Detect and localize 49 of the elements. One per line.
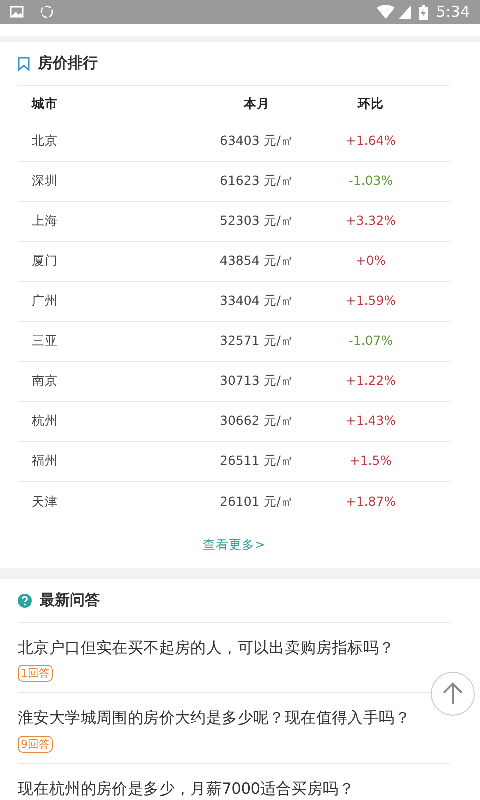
city-cell-text: 深圳 — [32, 172, 59, 190]
change-cell-text: +1.22% — [344, 372, 398, 390]
column-header: 环比 — [356, 94, 385, 113]
city-cell-text: 厦门 — [32, 252, 59, 270]
image-icon — [10, 6, 24, 18]
change-cell-text: +1.87% — [344, 492, 398, 511]
section-title: 最新问答 — [40, 590, 100, 612]
price-cell-text: 26511 元/㎡ — [219, 452, 295, 470]
city-cell-text: 南京 — [32, 372, 59, 390]
change-cell-text: +1.43% — [344, 412, 398, 430]
city-cell-text: 杭州 — [32, 412, 59, 430]
change-cell-text: -1.07% — [348, 332, 394, 350]
city-cell-text: 三亚 — [32, 332, 59, 350]
city-cell-text: 天津 — [32, 492, 59, 511]
price-cell-text: 33404 元/㎡ — [219, 292, 295, 310]
section-title: 房价排行 — [38, 53, 98, 74]
change-cell-text: +0% — [354, 252, 388, 270]
change-cell-text: -1.03% — [348, 172, 394, 190]
city-cell-text: 福州 — [32, 452, 59, 470]
price-cell-text: 30713 元/㎡ — [219, 372, 295, 390]
price-cell-text: 63403 元/㎡ — [219, 132, 295, 150]
price-cell-text: 26101 元/㎡ — [219, 492, 295, 511]
city-cell-text: 上海 — [32, 212, 59, 230]
answer-count: 1回答 — [18, 665, 53, 682]
city-cell-text: 广州 — [32, 292, 59, 310]
price-cell-text: 61623 元/㎡ — [219, 172, 295, 190]
column-header: 本月 — [242, 94, 271, 113]
question-link[interactable]: 北京户口但实在买不起房的人，可以出卖购房指标吗？ — [18, 637, 450, 660]
battery-icon — [419, 4, 428, 20]
up-arrow-icon — [442, 682, 464, 706]
question-link[interactable]: 现在杭州的房价是多少，月薪7000适合买房吗？ — [18, 778, 450, 800]
answer-count: 9回答 — [18, 736, 53, 752]
price-cell-text: 43854 元/㎡ — [219, 252, 295, 270]
change-cell-text: +1.64% — [344, 132, 398, 150]
question-link[interactable]: 淮安大学城周围的房价大约是多少呢？现在值得入手吗？ — [18, 707, 450, 730]
city-cell-text: 北京 — [32, 132, 59, 150]
column-header: 城市 — [32, 94, 59, 113]
change-cell-text: +3.32% — [344, 212, 398, 230]
help-icon — [18, 594, 32, 608]
change-cell-text: +1.5% — [348, 452, 394, 470]
change-cell-text: +1.59% — [344, 292, 398, 310]
bookmark-icon — [18, 56, 30, 70]
price-cell-text: 30662 元/㎡ — [219, 412, 295, 430]
price-cell-text: 52303 元/㎡ — [219, 212, 295, 230]
wifi-icon — [377, 5, 396, 19]
signal-icon — [399, 5, 412, 19]
circle-icon — [40, 5, 54, 19]
status-time: 5:34 — [436, 2, 470, 23]
price-cell-text: 32571 元/㎡ — [219, 332, 295, 350]
